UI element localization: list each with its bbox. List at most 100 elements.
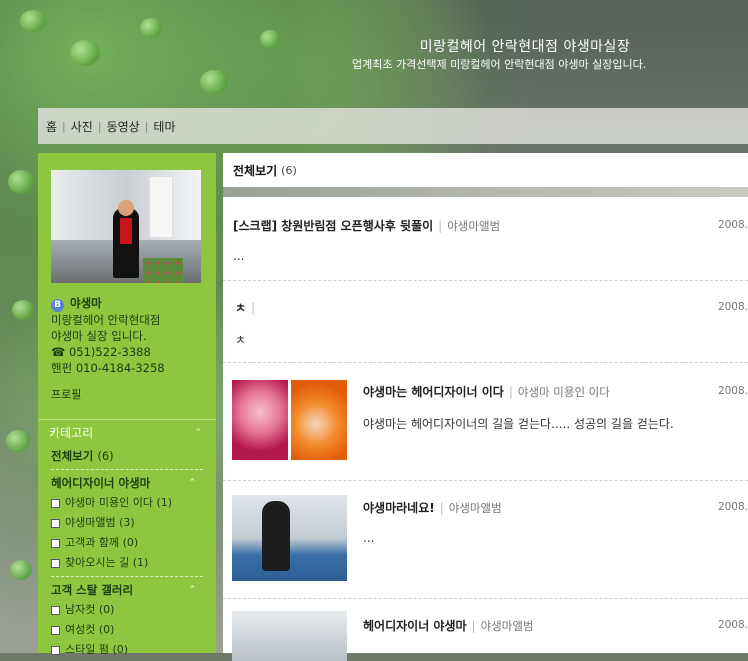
square-bullet-icon: [51, 538, 60, 548]
post-date: 2008.: [717, 301, 748, 313]
post-excerpt: ...: [363, 531, 375, 545]
category-all-count: (6): [97, 449, 114, 463]
profile-photo[interactable]: [51, 170, 201, 283]
category-header[interactable]: 카테고리 ⌃: [38, 419, 216, 446]
category-item-label: 야생마 미용인 이다: [65, 496, 153, 509]
square-bullet-icon: [51, 558, 60, 568]
category-group-gallery[interactable]: 고객 스탈 갤러리 ⌃: [38, 580, 216, 600]
leaf-decoration: [70, 40, 100, 66]
post-item: 헤어디자이너 야생마 | 야생마앨범 2008.: [223, 599, 748, 661]
post-title[interactable]: [스크랩] 창원반림점 오픈행사후 뒷풀이: [233, 219, 433, 233]
post-date: 2008.: [717, 385, 748, 397]
category-item-label: 고객과 함께: [65, 536, 120, 549]
category-item-count: (0): [98, 623, 115, 636]
nav-video[interactable]: 동영상: [107, 118, 140, 135]
profile-nickname[interactable]: 야생마: [70, 296, 102, 310]
blog-title: 미랑컬헤어 안락현대점 야생마실장: [419, 39, 631, 55]
nav-home[interactable]: 홈: [46, 118, 57, 135]
photo-person-head: [118, 200, 134, 216]
post-title[interactable]: 헤어디자이너 야생마: [363, 619, 467, 633]
sidebar: B 야생마 미랑컬헤어 안락현대점 야생마 실장 입니다. ☎ 051)522-3…: [38, 153, 216, 656]
meta-separator: |: [508, 385, 513, 399]
category-item[interactable]: 남자컷 (0): [38, 600, 216, 620]
category-item-label: 야생마앨범: [65, 516, 116, 529]
photo-flowers: [143, 258, 183, 283]
post-item: [스크랩] 창원반림점 오픈행사후 뒷풀이 | 야생마앨범 2008. ...: [223, 197, 748, 281]
leaf-decoration: [8, 170, 34, 194]
collapse-icon[interactable]: ⌃: [188, 580, 196, 600]
profile-mobile: 핸펀 010-4184-3258: [51, 361, 165, 375]
post-category[interactable]: 야생마앨범: [447, 219, 500, 233]
post-category[interactable]: 야생마 미용인 이다: [518, 385, 610, 399]
nav-photo[interactable]: 사진: [71, 118, 93, 135]
post-date: 2008.: [717, 219, 748, 231]
category-group-label: 헤어디자이너 야생마: [51, 476, 151, 490]
post-category[interactable]: 야생마앨범: [481, 619, 534, 633]
blog-description: 업계최초 가격선택제 미랑컬헤어 안락현대점 야생마 실장입니다.: [352, 58, 647, 71]
post-list-header-label: 전체보기: [233, 163, 278, 178]
post-list-area: 전체보기 (6) [스크랩] 창원반림점 오픈행사후 뒷풀이 | 야생마앨범 200…: [223, 153, 748, 661]
leaf-decoration: [20, 10, 46, 32]
collapse-icon[interactable]: ⌃: [194, 420, 202, 446]
category-item-label: 여성컷: [65, 623, 96, 636]
post-title[interactable]: 야생마는 헤어디자이너 이다: [363, 385, 504, 399]
post-item: 야생마라네요! | 야생마앨범 2008. ...: [223, 481, 748, 599]
leaf-decoration: [200, 70, 228, 94]
category-group-label: 고객 스탈 갤러리: [51, 583, 134, 597]
category-header-label: 카테고리: [49, 426, 94, 440]
top-nav: 홈 | 사진 | 동영상 | 테마: [38, 108, 748, 144]
category-group-hairdesigner[interactable]: 헤어디자이너 야생마 ⌃: [38, 473, 216, 493]
category-item-label: 스타일 펌: [65, 643, 109, 656]
square-bullet-icon: [51, 605, 60, 615]
profile-link[interactable]: 프로필: [51, 386, 81, 402]
divider: [51, 576, 203, 577]
post-thumbnail[interactable]: [232, 611, 347, 661]
collapse-icon[interactable]: ⌃: [188, 473, 196, 493]
post-category[interactable]: 야생마앨범: [449, 501, 502, 515]
post-list-header: 전체보기 (6): [223, 153, 748, 187]
meta-separator: |: [251, 301, 256, 315]
profile-info: B 야생마 미랑컬헤어 안락현대점 야생마 실장 입니다. ☎ 051)522-3…: [51, 295, 165, 376]
post-title[interactable]: 야생마라네요!: [363, 501, 435, 515]
post-list-header-count: (6): [281, 163, 297, 177]
profile-phone: ☎ 051)522-3388: [51, 345, 151, 359]
category-item[interactable]: 고객과 함께 (0): [38, 533, 216, 553]
category-item-count: (1): [156, 496, 173, 509]
divider: [51, 469, 203, 470]
category-all[interactable]: 전체보기 (6): [38, 446, 216, 466]
leaf-decoration: [12, 300, 34, 320]
category-item[interactable]: 여성컷 (0): [38, 620, 216, 640]
post-title[interactable]: ㅊ: [235, 301, 246, 315]
category-item[interactable]: 찾아오시는 길 (1): [38, 553, 216, 573]
post-date: 2008.: [717, 619, 748, 631]
leaf-decoration: [6, 430, 30, 452]
category-item[interactable]: 스타일 펌 (0): [38, 640, 216, 660]
header-strip: [223, 187, 748, 197]
category-item-count: (1): [132, 556, 149, 569]
post-item: 야생마는 헤어디자이너 이다 | 야생마 미용인 이다 2008. 야생마는 헤어디…: [223, 363, 748, 481]
thumbnail-illustration-orange: [291, 380, 347, 460]
post-thumbnail[interactable]: [232, 380, 347, 460]
square-bullet-icon: [51, 498, 60, 508]
square-bullet-icon: [51, 645, 60, 655]
nav-theme[interactable]: 테마: [153, 118, 175, 135]
category-panel: 카테고리 ⌃ 전체보기 (6) 헤어디자이너 야생마 ⌃ 야생마 미용인 이다 …: [38, 419, 216, 660]
photo-poster: [149, 176, 173, 238]
meta-separator: |: [471, 619, 476, 633]
thumbnail-illustration-pink: [232, 380, 288, 460]
nav-separator: |: [97, 119, 102, 133]
profile-line1: 미랑컬헤어 안락현대점: [51, 313, 161, 327]
blog-badge-icon: B: [51, 299, 64, 312]
category-item[interactable]: 야생마 미용인 이다 (1): [38, 493, 216, 513]
post-item: ㅊ | 2008. ㅊ: [223, 281, 748, 363]
category-item[interactable]: 야생마앨범 (3): [38, 513, 216, 533]
leaf-decoration: [10, 560, 32, 580]
category-item-count: (0): [122, 536, 139, 549]
post-excerpt: ㅊ: [235, 333, 247, 347]
category-item-count: (3): [119, 516, 135, 529]
leaf-decoration: [140, 18, 162, 38]
photo-person: [113, 208, 139, 278]
meta-separator: |: [439, 501, 444, 515]
post-thumbnail[interactable]: [232, 495, 347, 581]
category-item-count: (0): [112, 643, 129, 656]
